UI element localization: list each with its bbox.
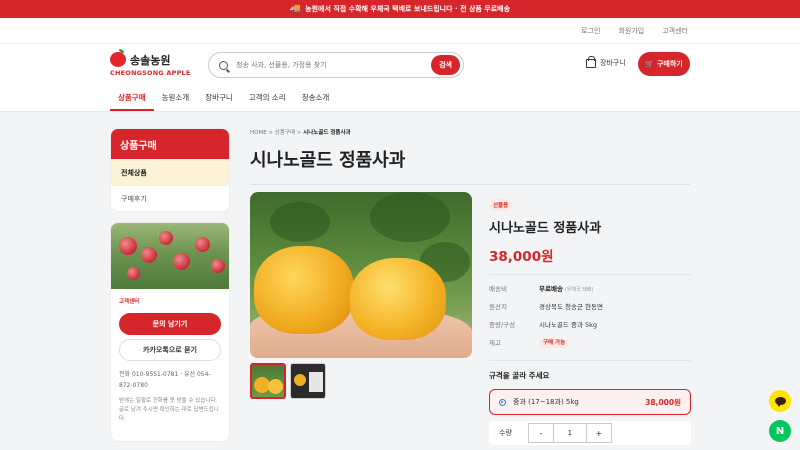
utility-bar: 로그인 회원가입 고객센터 bbox=[0, 18, 800, 44]
nav-item-farm[interactable]: 농원소개 bbox=[154, 84, 198, 111]
detail-row-stock: 재고 구매 가능 bbox=[489, 333, 691, 351]
join-link[interactable]: 회원가입 bbox=[618, 26, 644, 36]
contact-phone: 전화 010-9551-0781 · 유선 054-872-0780 bbox=[119, 371, 211, 389]
nav-item-cart[interactable]: 장바구니 bbox=[197, 84, 241, 111]
search-bar: 검색 bbox=[208, 52, 464, 78]
search-input[interactable] bbox=[236, 61, 432, 69]
option-medium-5kg[interactable]: 중과 (17~18과) 5kg 38,000원 bbox=[489, 389, 691, 415]
search-button[interactable]: 검색 bbox=[431, 55, 460, 75]
naver-icon: N bbox=[775, 425, 785, 437]
thumbnail-2[interactable] bbox=[290, 363, 326, 399]
buy-label: 구매하기 bbox=[656, 60, 683, 68]
detail-row-shipping: 배송비 무료배송 (우체국 택배) bbox=[489, 285, 594, 293]
info-divider bbox=[489, 274, 691, 275]
sidebar-title: 상품구매 bbox=[111, 129, 229, 159]
product-price: 38,000원 bbox=[489, 249, 554, 265]
brand-english: CHEONGSONG APPLE bbox=[110, 69, 191, 77]
product-name: 시나노골드 정품사과 bbox=[489, 221, 602, 236]
quantity-value[interactable]: 1 bbox=[552, 424, 587, 442]
sidebar-item-reviews[interactable]: 구매후기 bbox=[111, 185, 229, 211]
basket-icon: 🛒 bbox=[645, 60, 654, 68]
sidebar-item-all[interactable]: 전체상품 bbox=[111, 159, 229, 185]
kakao-chat-button[interactable] bbox=[769, 390, 791, 412]
cart-icon bbox=[586, 55, 596, 68]
orchard-image bbox=[111, 223, 229, 289]
card-label: 고객센터 bbox=[119, 299, 140, 305]
quantity-row: 수량 - 1 + bbox=[489, 421, 691, 445]
detail-row-weight: 중량/구성 시나노골드 중과 5kg bbox=[489, 321, 598, 329]
stock-badge: 구매 가능 bbox=[539, 338, 570, 348]
customer-center-link[interactable]: 고객센터 bbox=[662, 26, 688, 36]
quantity-label: 수량 bbox=[499, 429, 512, 437]
cart-label: 장바구니 bbox=[600, 59, 626, 67]
breadcrumb: HOME > 상품구매 > 시나노골드 정품사과 bbox=[250, 130, 351, 136]
info-divider-2 bbox=[489, 360, 691, 361]
quantity-decrease-button[interactable]: - bbox=[529, 424, 553, 442]
site-header: 송솔농원 CHEONGSONG APPLE 검색 장바구니 🛒 구매하기 bbox=[0, 44, 800, 84]
promo-banner: 🚚 농원에서 직접 수확해 우체국 택배로 보내드립니다 · 전 상품 무료배송 bbox=[0, 0, 800, 18]
detail-row-origin: 원산지 경상북도 청송군 현동면 bbox=[489, 303, 603, 311]
breadcrumb-current: 시나노골드 정품사과 bbox=[303, 130, 351, 136]
contact-note: 받에는 일할로 전화를 못 받을 수 있습니다. 글로 남겨 주시면 확인하는 … bbox=[119, 398, 219, 422]
product-main-image[interactable] bbox=[250, 192, 472, 358]
thumbnail-1[interactable] bbox=[250, 363, 286, 399]
inquiry-button[interactable]: 문의 남기기 bbox=[119, 313, 221, 335]
nav-item-voice[interactable]: 고객의 소리 bbox=[241, 84, 294, 111]
login-link[interactable]: 로그인 bbox=[581, 26, 600, 36]
naver-button[interactable]: N bbox=[769, 420, 791, 442]
category-menu: 상품구매 전체상품 구매후기 bbox=[110, 128, 230, 212]
page-title: 시나노골드 정품사과 bbox=[250, 150, 406, 171]
nav-item-cheongsong[interactable]: 청송소개 bbox=[294, 84, 338, 111]
site-logo[interactable]: 송솔농원 CHEONGSONG APPLE bbox=[110, 49, 200, 80]
brand-name: 송솔농원 bbox=[130, 54, 171, 67]
quantity-stepper: - 1 + bbox=[527, 423, 612, 443]
radio-selected-icon[interactable] bbox=[499, 398, 506, 406]
promo-text: 농원에서 직접 수확해 우체국 택배로 보내드립니다 · 전 상품 무료배송 bbox=[305, 5, 511, 13]
buy-button[interactable]: 🛒 구매하기 bbox=[638, 52, 690, 76]
customer-center-card: 고객센터 문의 남기기 카카오톡으로 묻기 전화 010-9551-0781 ·… bbox=[110, 222, 230, 442]
cart-link[interactable]: 장바구니 bbox=[586, 55, 626, 68]
main-nav: 상품구매 농원소개 장바구니 고객의 소리 청송소개 bbox=[0, 84, 800, 112]
breadcrumb-home[interactable]: HOME bbox=[250, 130, 267, 136]
quantity-increase-button[interactable]: + bbox=[587, 424, 611, 442]
sidebar: 상품구매 전체상품 구매후기 고객센터 문의 남기기 카카오톡으로 묻기 전화 … bbox=[110, 128, 230, 442]
option-name: 중과 (17~18과) 5kg bbox=[513, 398, 579, 406]
option-price: 38,000원 bbox=[645, 397, 681, 407]
option-select-label: 규격을 골라 주세요 bbox=[489, 371, 550, 380]
breadcrumb-category[interactable]: 상품구매 bbox=[275, 130, 295, 136]
product-details: 배송비 무료배송 (우체국 택배) 원산지 경상북도 청송군 현동면 중량/구성 … bbox=[489, 279, 691, 351]
product-tag: 선물용 bbox=[489, 199, 513, 211]
product-main: HOME > 상품구매 > 시나노골드 정품사과 시나노골드 정품사과 선물용 … bbox=[250, 128, 691, 445]
apple-logo-icon bbox=[110, 49, 126, 67]
search-icon bbox=[219, 60, 228, 70]
product-info: 선물용 시나노골드 정품사과 38,000원 배송비 무료배송 (우체국 택배) … bbox=[489, 192, 691, 445]
title-divider bbox=[250, 184, 690, 185]
kakao-chat-icon bbox=[774, 397, 786, 407]
nav-item-shop[interactable]: 상품구매 bbox=[110, 84, 154, 111]
truck-icon: 🚚 bbox=[289, 4, 302, 14]
kakao-button[interactable]: 카카오톡으로 묻기 bbox=[119, 339, 221, 361]
